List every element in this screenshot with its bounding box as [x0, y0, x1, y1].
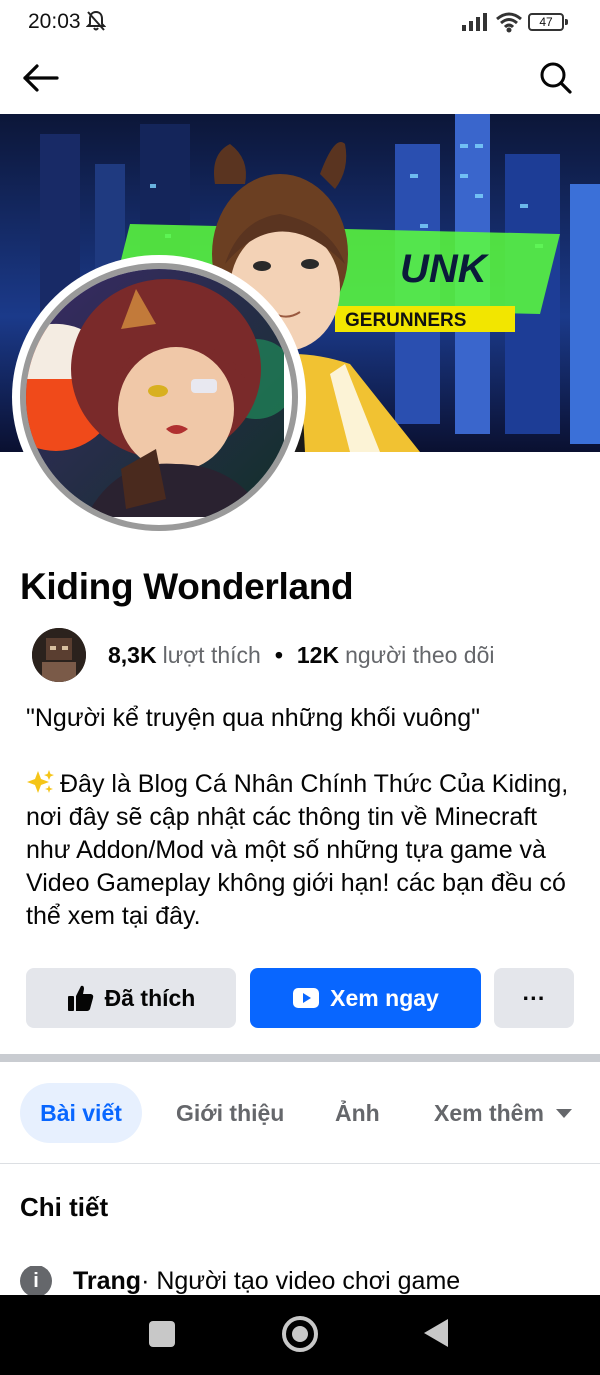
section-divider [0, 1054, 600, 1062]
profile-tabs: Bài viết Giới thiệu Ảnh Xem thêm [0, 1062, 600, 1164]
bio-tagline: "Người kể truyện qua những khối vuông" [26, 704, 480, 732]
likes-count: 8,3K [108, 641, 157, 668]
page-name: Kiding Wonderland [20, 566, 354, 607]
bio-description: Đây là Blog Cá Nhân Chính Thức Của Kidin… [26, 770, 569, 930]
thumbs-up-icon [67, 985, 93, 1011]
detail-value: · Người tạo video chơi game [141, 1266, 461, 1295]
status-bar: 20:03 47 [0, 0, 600, 46]
watch-now-button[interactable]: Xem ngay [250, 968, 481, 1028]
likes-label: lượt thích [162, 641, 261, 668]
system-nav-bar [0, 1295, 600, 1375]
back-arrow-icon [23, 64, 59, 92]
follower-avatar-image [32, 628, 86, 682]
wifi-icon [496, 12, 522, 33]
system-back-button[interactable] [424, 1319, 448, 1347]
battery-indicator: 47 [528, 13, 564, 31]
followers-count: 12K [296, 641, 340, 668]
sparkles-icon [27, 770, 54, 793]
tab-photos[interactable]: Ảnh [335, 1083, 380, 1143]
page-bio: "Người kể truyện qua những khối vuông" Đ… [26, 702, 586, 933]
bell-off-icon [86, 10, 106, 31]
avatar-illustration [26, 269, 292, 517]
liked-label: Đã thích [104, 984, 196, 1011]
back-button[interactable] [18, 58, 62, 98]
tab-about[interactable]: Giới thiệu [176, 1083, 284, 1143]
tab-see-more-label: Xem thêm [434, 1099, 544, 1126]
stats-row[interactable]: 8,3K lượt thích • 12K người theo dõi [32, 628, 495, 682]
caret-down-icon [555, 1108, 572, 1118]
cover-text-unk: UNK [400, 247, 490, 291]
battery-tip [565, 19, 568, 25]
details-heading: Chi tiết [20, 1192, 109, 1222]
detail-label: Trang [73, 1266, 142, 1295]
cover-text-gerunners: GERUNNERS [345, 310, 466, 331]
more-options-icon: ··· [522, 984, 546, 1011]
liked-button[interactable]: Đã thích [26, 968, 236, 1028]
tab-posts[interactable]: Bài viết [20, 1083, 142, 1143]
top-nav [0, 46, 600, 114]
signal-icon [462, 13, 487, 31]
status-time: 20:03 [28, 10, 81, 33]
action-buttons: Đã thích Xem ngay ··· [26, 968, 574, 1028]
detail-row-page-category[interactable]: i Trang · Người tạo video chơi game [20, 1266, 600, 1296]
tab-see-more[interactable]: Xem thêm [434, 1083, 572, 1143]
profile-avatar[interactable] [12, 255, 306, 539]
info-icon: i [20, 1266, 52, 1296]
follower-avatar [32, 628, 86, 682]
search-icon [540, 62, 572, 94]
stats-separator: • [274, 641, 283, 668]
search-button[interactable] [534, 58, 578, 98]
home-button[interactable] [282, 1316, 318, 1352]
video-play-icon [293, 988, 320, 1008]
followers-label: người theo dõi [345, 641, 495, 668]
bio-description-block: Đây là Blog Cá Nhân Chính Thức Của Kidin… [26, 768, 586, 933]
avatar-image [20, 263, 298, 531]
recent-apps-button[interactable] [149, 1321, 175, 1347]
more-options-button[interactable]: ··· [494, 968, 574, 1028]
watch-now-label: Xem ngay [330, 984, 439, 1011]
